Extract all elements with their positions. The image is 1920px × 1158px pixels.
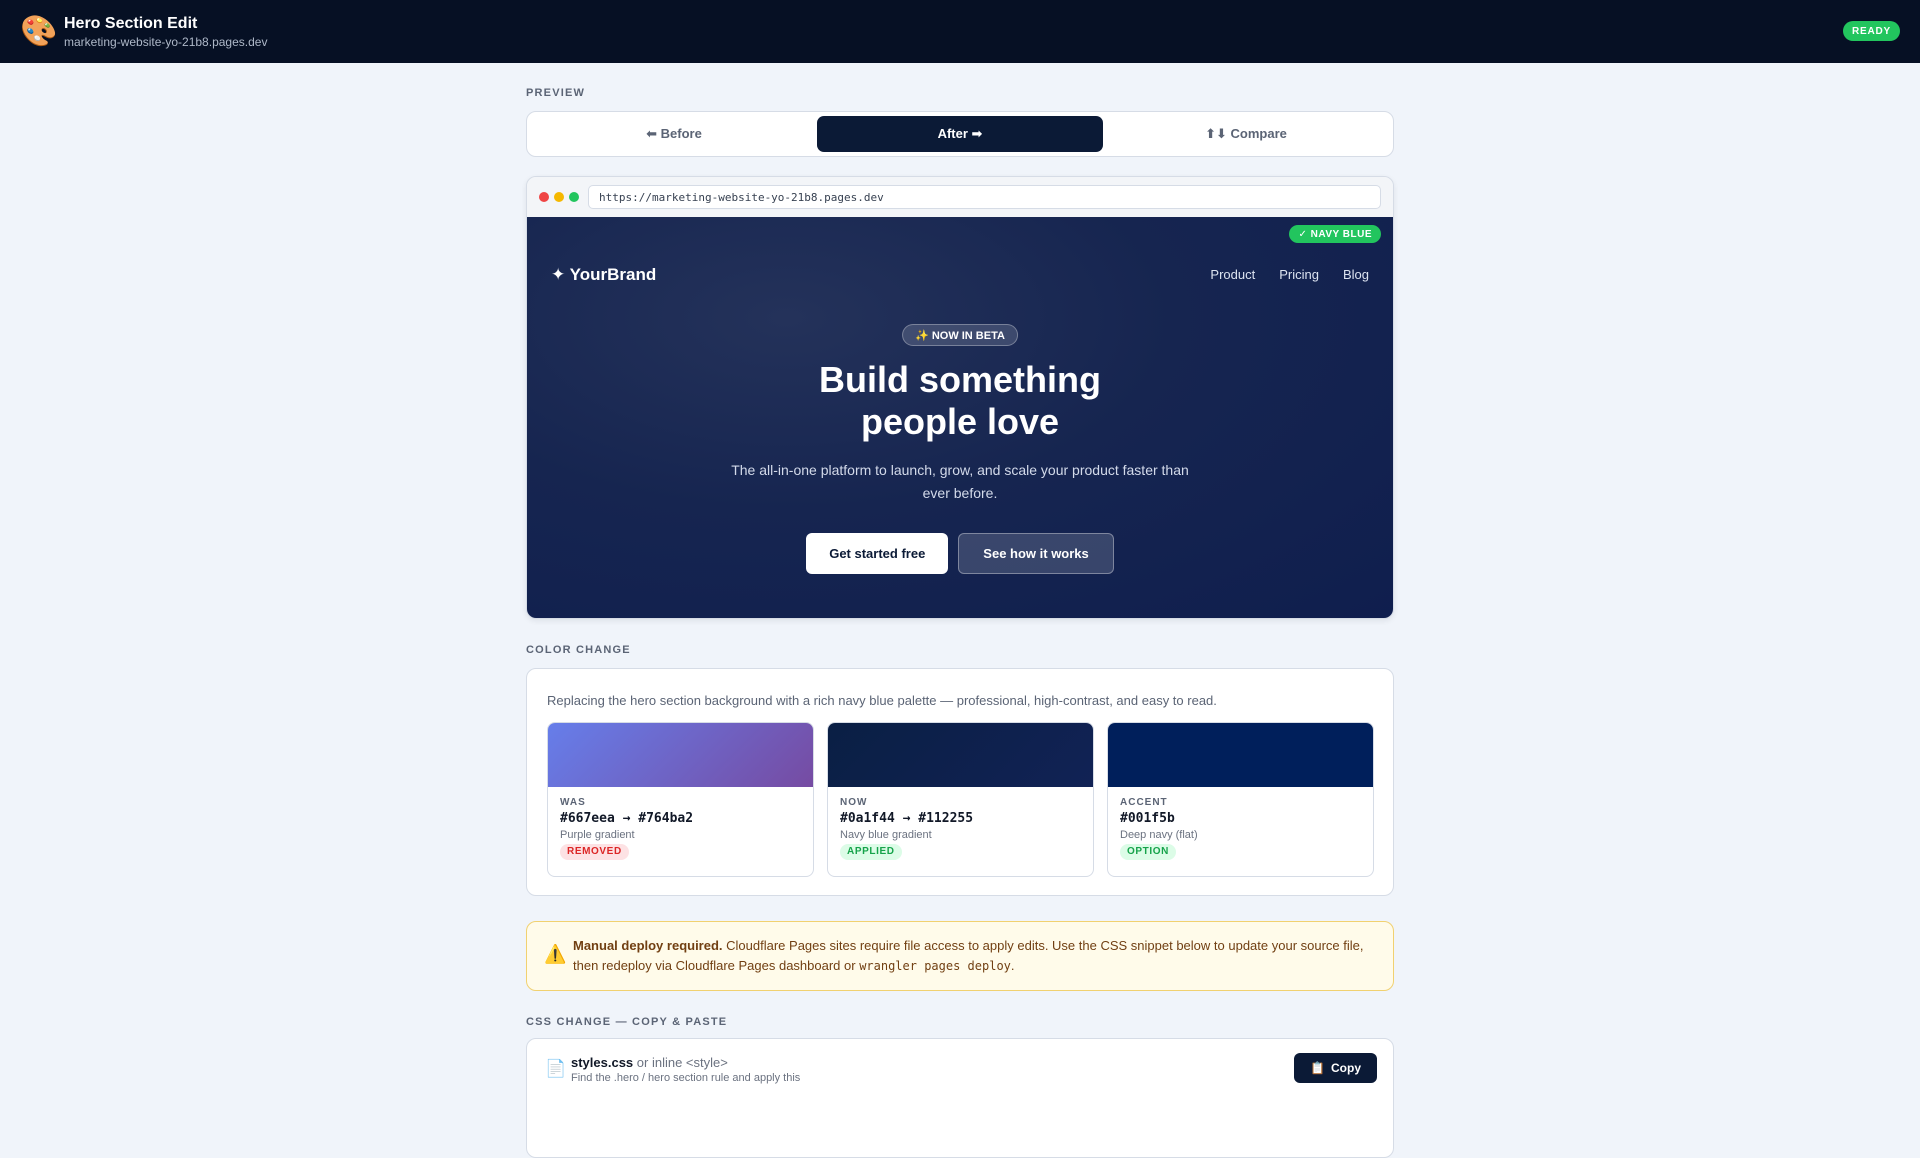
file-name: styles.css or inline <style> [571, 1055, 728, 1070]
color-change-card: Replacing the hero section background wi… [526, 668, 1394, 896]
tab-compare[interactable]: ⬆⬇ Compare [1103, 116, 1389, 152]
close-dot-icon [539, 192, 549, 202]
headline-line-1: Build something [819, 359, 1101, 400]
tab-after[interactable]: After ➡ [817, 116, 1103, 152]
headline-line-2: people love [860, 401, 1060, 442]
removed-tag: REMOVED [560, 844, 629, 860]
deploy-warning: ⚠️ Manual deploy required. Cloudflare Pa… [526, 921, 1394, 991]
file-icon: 📄 [545, 1059, 567, 1078]
swatch-accent-color [1108, 723, 1373, 787]
swatch-hex: #667eea → #764ba2 [560, 811, 694, 826]
address-bar[interactable]: https://marketing-website-yo-21b8.pages.… [588, 185, 1381, 209]
swatch-now-color [828, 723, 1093, 787]
warning-icon: ⚠️ [544, 944, 567, 964]
preview-label: PREVIEW [526, 87, 586, 99]
copy-label: Copy [1331, 1061, 1361, 1075]
swatch-now: NOW #0a1f44 → #112255 Navy blue gradient… [827, 722, 1094, 877]
app-header: 🎨 Hero Section Edit marketing-website-yo… [0, 0, 1920, 63]
hero-headline: Build something people love [527, 359, 1393, 443]
swatch-list: WAS #667eea → #764ba2 Purple gradient RE… [547, 722, 1374, 877]
swatch-hex: #0a1f44 → #112255 [840, 811, 974, 826]
hero-cta-group: Get started free See how it works [527, 533, 1393, 574]
nav-product[interactable]: Product [1210, 267, 1255, 282]
header-titles: Hero Section Edit marketing-website-yo-2… [64, 14, 267, 50]
swatch-label: NOW [840, 797, 868, 808]
nav-blog[interactable]: Blog [1343, 267, 1369, 282]
warning-title: Manual deploy required. [573, 938, 723, 953]
navy-blue-badge: ✓ NAVY BLUE [1289, 225, 1381, 243]
maximize-dot-icon [569, 192, 579, 202]
see-how-it-works-button[interactable]: See how it works [958, 533, 1114, 574]
browser-chrome: https://marketing-website-yo-21b8.pages.… [527, 177, 1393, 217]
hero-description: The all-in-one platform to launch, grow,… [731, 462, 1189, 501]
get-started-button[interactable]: Get started free [806, 533, 949, 574]
copy-button[interactable]: 📋 Copy [1294, 1053, 1377, 1083]
applied-tag: APPLIED [840, 844, 902, 860]
minimize-dot-icon [554, 192, 564, 202]
status-badge: READY [1842, 21, 1900, 41]
preview-tabs: ⬅ Before After ➡ ⬆⬇ Compare [526, 111, 1394, 157]
css-snippet-card: 📄 styles.css or inline <style> Find the … [526, 1038, 1394, 1158]
palette-icon: 🎨 [20, 14, 58, 48]
swatch-was-color [548, 723, 813, 787]
swatch-was: WAS #667eea → #764ba2 Purple gradient RE… [547, 722, 814, 877]
swatch-label: WAS [560, 797, 586, 808]
hero-section: ✓ NAVY BLUE ✦ YourBrand Product Pricing … [527, 217, 1393, 618]
page-title: Hero Section Edit [64, 14, 198, 32]
nav-pricing[interactable]: Pricing [1279, 267, 1319, 282]
file-hint: Find the .hero / hero section rule and a… [571, 1072, 801, 1084]
brand-logo[interactable]: ✦ YourBrand [551, 265, 656, 285]
tab-before[interactable]: ⬅ Before [531, 116, 817, 152]
swatch-note: Deep navy (flat) [1120, 829, 1198, 841]
option-tag: OPTION [1120, 844, 1176, 860]
swatch-hex: #001f5b [1120, 811, 1175, 826]
warning-end: . [1010, 958, 1015, 973]
css-change-label: CSS CHANGE — COPY & PASTE [526, 1016, 728, 1028]
deploy-command: wrangler pages deploy [859, 959, 1011, 973]
site-domain: marketing-website-yo-21b8.pages.dev [64, 34, 268, 49]
swatch-label: ACCENT [1120, 797, 1168, 808]
browser-preview: https://marketing-website-yo-21b8.pages.… [526, 176, 1394, 619]
swatch-note: Navy blue gradient [840, 829, 932, 841]
color-change-label: COLOR CHANGE [526, 644, 631, 656]
swatch-note: Purple gradient [560, 829, 635, 841]
hero-nav: Product Pricing Blog [1210, 267, 1369, 282]
clipboard-icon: 📋 [1310, 1061, 1325, 1075]
beta-pill: ✨ NOW IN BETA [902, 324, 1018, 346]
color-change-intro: Replacing the hero section background wi… [547, 693, 1217, 708]
swatch-accent: ACCENT #001f5b Deep navy (flat) OPTION [1107, 722, 1374, 877]
